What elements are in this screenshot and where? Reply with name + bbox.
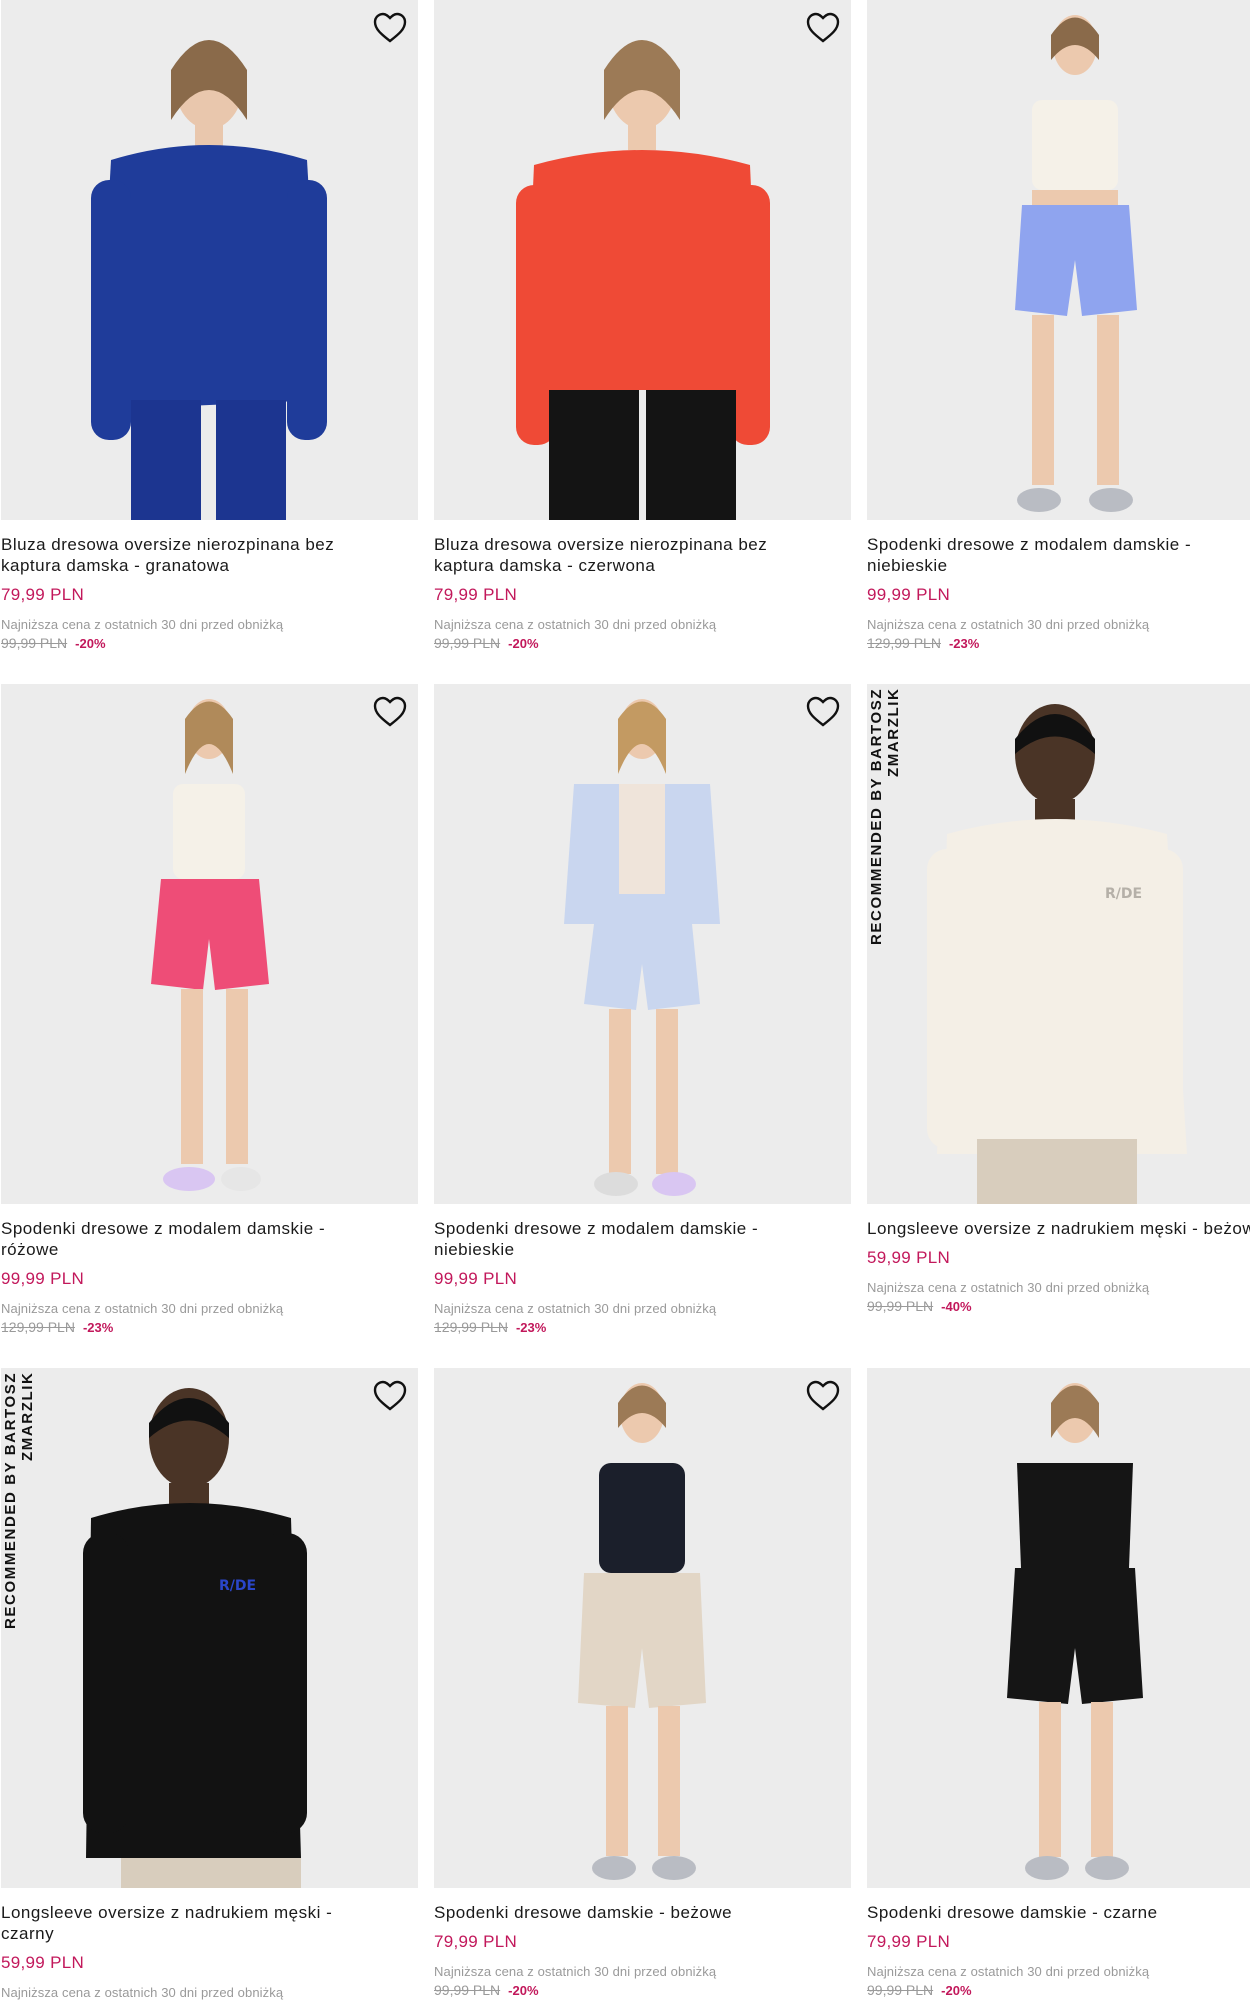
old-price: 99,99 PLN bbox=[1, 635, 68, 651]
product-card[interactable]: R/DE RECOMMENDED BY BARTOSZ ZMARZLIK Lon… bbox=[867, 684, 1250, 1314]
lowest-price-label: Najniższa cena z ostatnich 30 dni przed … bbox=[1, 1985, 284, 2000]
product-photo-beige-shorts bbox=[578, 1383, 706, 1880]
product-price: 79,99 PLN bbox=[867, 1932, 951, 1951]
old-price-row: 99,99 PLN -20% bbox=[1, 635, 418, 651]
product-price: 79,99 PLN bbox=[1, 585, 85, 604]
product-card[interactable]: R/DE RECOMMENDED BY BARTOSZ ZMARZLIK Lon… bbox=[1, 1368, 418, 2000]
product-price: 99,99 PLN bbox=[1, 1269, 85, 1288]
product-title[interactable]: Spodenki dresowe z modalem damskie - nie… bbox=[867, 534, 1247, 576]
product-image[interactable] bbox=[867, 0, 1250, 520]
product-image[interactable] bbox=[434, 0, 851, 520]
product-image[interactable] bbox=[434, 684, 851, 1204]
product-card[interactable]: Bluza dresowa oversize nierozpinana bez … bbox=[1, 0, 418, 651]
lowest-price-label: Najniższa cena z ostatnich 30 dni przed … bbox=[867, 1964, 1150, 1979]
heart-outline-icon[interactable] bbox=[372, 10, 408, 46]
heart-outline-icon[interactable] bbox=[805, 1378, 841, 1414]
product-image[interactable]: R/DE RECOMMENDED BY BARTOSZ ZMARZLIK bbox=[1, 1368, 418, 1888]
old-price: 99,99 PLN bbox=[434, 635, 501, 651]
product-photo-black-longsleeve: R/DE bbox=[83, 1388, 307, 1888]
product-price: 99,99 PLN bbox=[867, 585, 951, 604]
product-title[interactable]: Spodenki dresowe z modalem damskie - róż… bbox=[1, 1218, 381, 1260]
product-card[interactable]: Spodenki dresowe damskie - beżowe 79,99 … bbox=[434, 1368, 851, 1998]
product-card[interactable]: Spodenki dresowe damskie - czarne 79,99 … bbox=[867, 1368, 1250, 1998]
product-grid: Bluza dresowa oversize nierozpinana bez … bbox=[0, 0, 1250, 2014]
product-title[interactable]: Longsleeve oversize z nadrukiem męski - … bbox=[867, 1218, 1250, 1239]
old-price: 129,99 PLN bbox=[1, 1319, 75, 1335]
heart-outline-icon[interactable] bbox=[805, 10, 841, 46]
product-photo-black-shorts bbox=[1007, 1383, 1143, 1880]
old-price: 99,99 PLN bbox=[867, 1298, 934, 1314]
product-photo-cream-longsleeve: R/DE bbox=[927, 704, 1187, 1204]
product-price: 59,99 PLN bbox=[1, 1953, 85, 1972]
product-card[interactable]: Spodenki dresowe z modalem damskie - róż… bbox=[1, 684, 418, 1335]
lowest-price-label: Najniższa cena z ostatnich 30 dni przed … bbox=[867, 1280, 1150, 1295]
product-image[interactable] bbox=[1, 0, 418, 520]
old-price: 99,99 PLN bbox=[867, 1982, 934, 1998]
product-price: 99,99 PLN bbox=[434, 1269, 518, 1288]
product-image[interactable] bbox=[1, 684, 418, 1204]
product-title[interactable]: Bluza dresowa oversize nierozpinana bez … bbox=[1, 534, 381, 576]
lowest-price-label: Najniższa cena z ostatnich 30 dni przed … bbox=[1, 617, 284, 632]
old-price-row: 99,99 PLN -20% bbox=[867, 1982, 1250, 1998]
discount-badge: -40% bbox=[941, 1299, 972, 1314]
lowest-price-label: Najniższa cena z ostatnich 30 dni przed … bbox=[867, 617, 1150, 632]
product-photo-light-blue-set bbox=[564, 699, 720, 1196]
discount-badge: -23% bbox=[948, 636, 980, 651]
discount-badge: -20% bbox=[508, 636, 539, 651]
product-card[interactable]: Bluza dresowa oversize nierozpinana bez … bbox=[434, 0, 851, 651]
recommended-badge: RECOMMENDED BY BARTOSZ ZMARZLIK bbox=[868, 688, 902, 946]
old-price-row: 99,99 PLN -40% bbox=[867, 1298, 1250, 1314]
product-title[interactable]: Spodenki dresowe damskie - beżowe bbox=[434, 1902, 851, 1923]
product-card[interactable]: Spodenki dresowe z modalem damskie - nie… bbox=[434, 684, 851, 1335]
product-card[interactable]: Spodenki dresowe z modalem damskie - nie… bbox=[867, 0, 1250, 651]
old-price: 129,99 PLN bbox=[867, 635, 941, 651]
old-price-row: 99,99 PLN -20% bbox=[434, 635, 851, 651]
lowest-price-label: Najniższa cena z ostatnich 30 dni przed … bbox=[434, 617, 717, 632]
heart-outline-icon[interactable] bbox=[372, 1378, 408, 1414]
lowest-price-label: Najniższa cena z ostatnich 30 dni przed … bbox=[434, 1301, 717, 1316]
product-photo-pink-shorts bbox=[151, 699, 269, 1191]
product-title[interactable]: Bluza dresowa oversize nierozpinana bez … bbox=[434, 534, 814, 576]
old-price-row: 129,99 PLN -23% bbox=[434, 1319, 851, 1335]
old-price: 99,99 PLN bbox=[434, 1982, 501, 1998]
old-price-row: 129,99 PLN -23% bbox=[1, 1319, 418, 1335]
heart-outline-icon[interactable] bbox=[805, 694, 841, 730]
product-photo-red-sweatshirt bbox=[516, 40, 770, 520]
product-title[interactable]: Longsleeve oversize z nadrukiem męski - … bbox=[1, 1902, 381, 1944]
discount-badge: -20% bbox=[75, 636, 106, 651]
lowest-price-label: Najniższa cena z ostatnich 30 dni przed … bbox=[434, 1964, 717, 1979]
discount-badge: -20% bbox=[508, 1983, 539, 1998]
old-price-row: 129,99 PLN -23% bbox=[867, 635, 1250, 651]
discount-badge: -20% bbox=[941, 1983, 972, 1998]
product-photo-navy-sweatshirt bbox=[91, 40, 327, 520]
old-price: 129,99 PLN bbox=[434, 1319, 508, 1335]
lowest-price-label: Najniższa cena z ostatnich 30 dni przed … bbox=[1, 1301, 284, 1316]
product-price: 79,99 PLN bbox=[434, 1932, 518, 1951]
discount-badge: -23% bbox=[82, 1320, 114, 1335]
product-price: 79,99 PLN bbox=[434, 585, 518, 604]
old-price-row: 99,99 PLN -20% bbox=[434, 1982, 851, 1998]
product-title[interactable]: Spodenki dresowe z modalem damskie - nie… bbox=[434, 1218, 814, 1260]
discount-badge: -23% bbox=[515, 1320, 547, 1335]
recommended-badge: RECOMMENDED BY BARTOSZ ZMARZLIK bbox=[2, 1372, 36, 1630]
heart-outline-icon[interactable] bbox=[372, 694, 408, 730]
product-image[interactable] bbox=[434, 1368, 851, 1888]
product-image[interactable] bbox=[867, 1368, 1250, 1888]
product-image[interactable]: R/DE RECOMMENDED BY BARTOSZ ZMARZLIK bbox=[867, 684, 1250, 1204]
product-title[interactable]: Spodenki dresowe damskie - czarne bbox=[867, 1902, 1250, 1923]
product-price: 59,99 PLN bbox=[867, 1248, 951, 1267]
product-photo-blue-shorts bbox=[1015, 15, 1137, 512]
svg-text:R/DE: R/DE bbox=[219, 1578, 256, 1594]
svg-text:R/DE: R/DE bbox=[1105, 886, 1142, 902]
